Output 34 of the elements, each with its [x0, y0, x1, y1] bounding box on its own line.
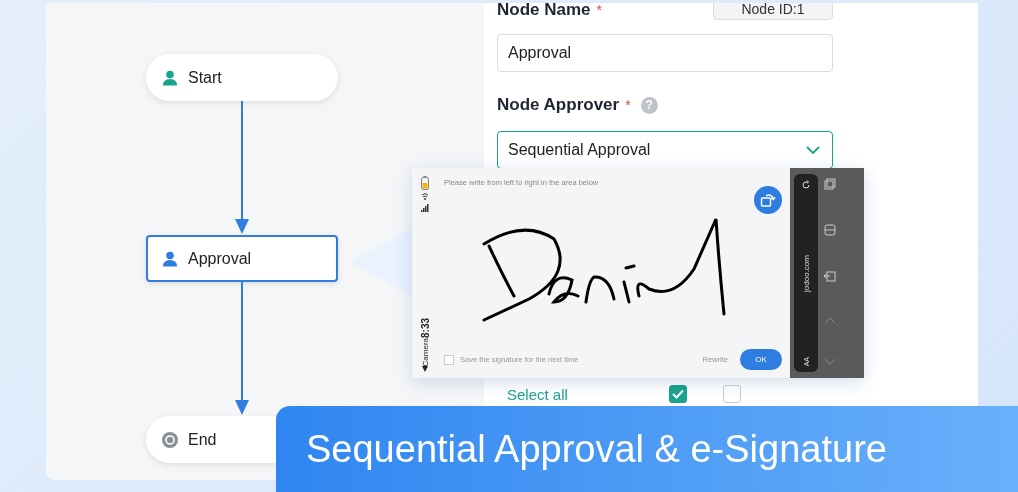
chevron-up-icon[interactable]	[824, 316, 836, 324]
banner-title: Sequential Approval & e-Signature	[306, 427, 887, 471]
checkbox[interactable]	[444, 354, 454, 365]
back-link[interactable]: Camera	[420, 337, 430, 366]
battery-icon	[421, 176, 429, 190]
wifi-icon	[421, 193, 429, 201]
required-mark: *	[596, 3, 602, 18]
clock-time: 8:33	[419, 317, 431, 338]
signal-icon	[421, 204, 429, 212]
field-label: Node Name	[497, 3, 591, 20]
flow-node[interactable]: End	[146, 416, 276, 463]
rotate-icon	[760, 192, 776, 208]
book-icon[interactable]	[824, 224, 836, 236]
select-all-label: Select all	[507, 385, 569, 403]
reload-icon	[801, 180, 811, 190]
stop-icon	[162, 431, 178, 448]
field-label: Node Approver	[497, 95, 620, 115]
checkbox[interactable]	[723, 385, 741, 403]
flow-node[interactable]: Start	[146, 54, 338, 101]
person-icon	[162, 250, 178, 267]
flow-node[interactable]: Approval	[146, 235, 338, 282]
back-arrow-icon	[422, 366, 428, 372]
ok-button[interactable]: OK	[740, 349, 782, 370]
node-id-button[interactable]: Node ID:1	[713, 3, 833, 20]
node-name-input[interactable]: Approval	[497, 34, 833, 72]
person-icon	[162, 69, 178, 86]
tabs-icon[interactable]	[824, 178, 836, 190]
checkbox[interactable]	[669, 385, 687, 403]
share-icon[interactable]	[824, 270, 836, 282]
chevron-down-icon	[806, 145, 820, 155]
rotate-button[interactable]	[754, 186, 782, 214]
url-text: jodoo.com	[801, 254, 811, 292]
chevron-down-icon[interactable]	[824, 358, 836, 366]
required-mark: *	[625, 97, 631, 113]
